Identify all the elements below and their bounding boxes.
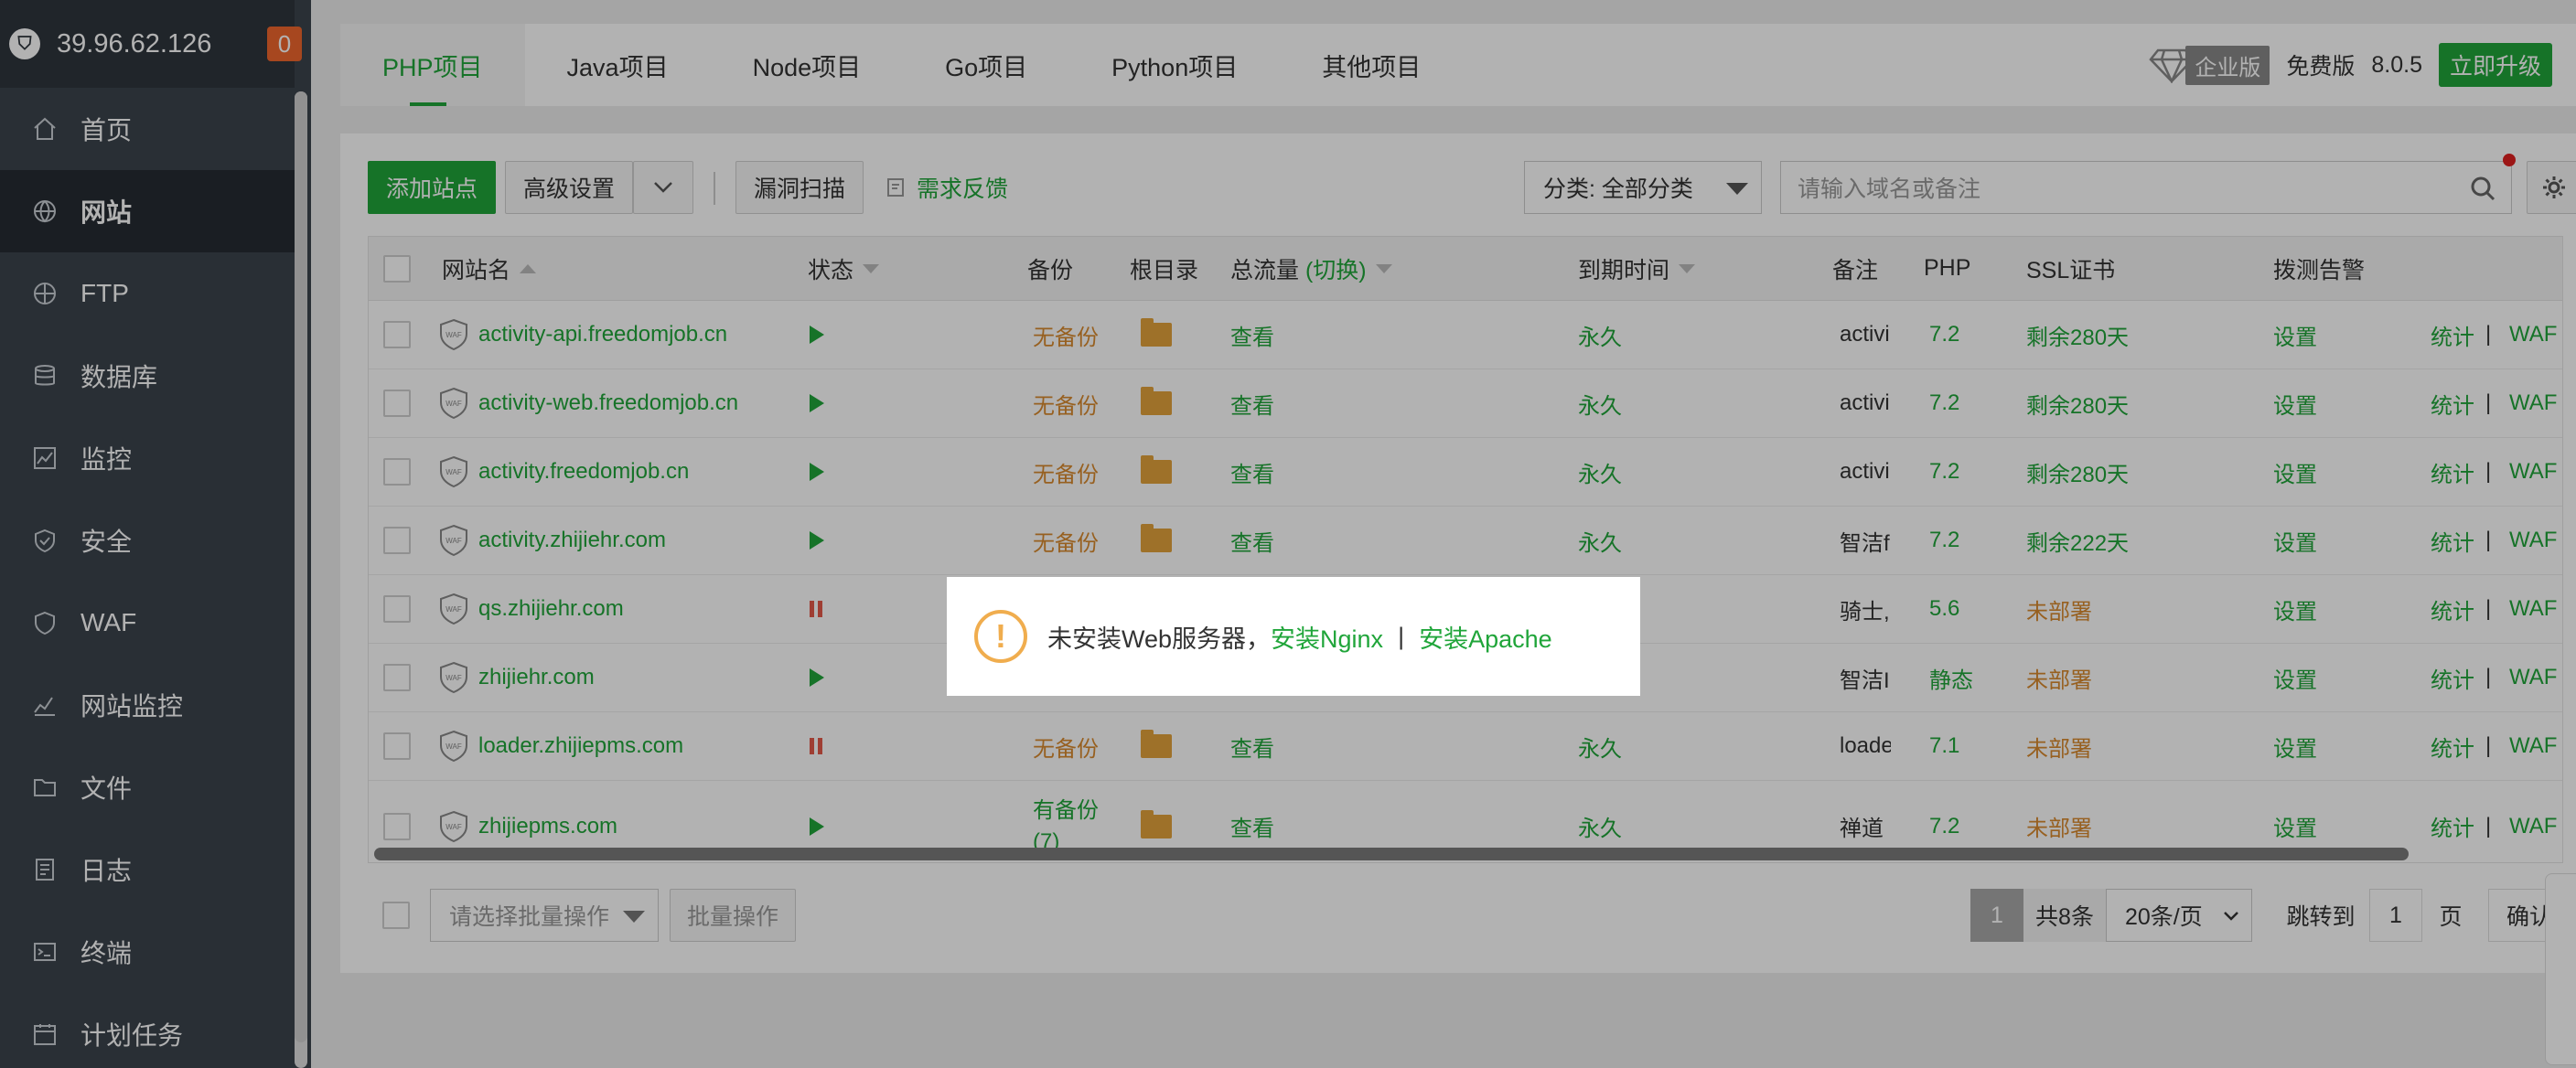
warning-icon: ! — [974, 610, 1027, 663]
modal-overlay[interactable] — [0, 0, 2576, 1068]
dialog-separator: | — [1398, 622, 1405, 650]
install-apache-link[interactable]: 安装Apache — [1419, 619, 1552, 655]
dialog-message: 未安装Web服务器， — [1047, 625, 1272, 653]
web-server-warning-dialog: ! 未安装Web服务器， 安装Nginx | 安装Apache — [947, 577, 1640, 696]
install-nginx-link[interactable]: 安装Nginx — [1271, 619, 1383, 655]
